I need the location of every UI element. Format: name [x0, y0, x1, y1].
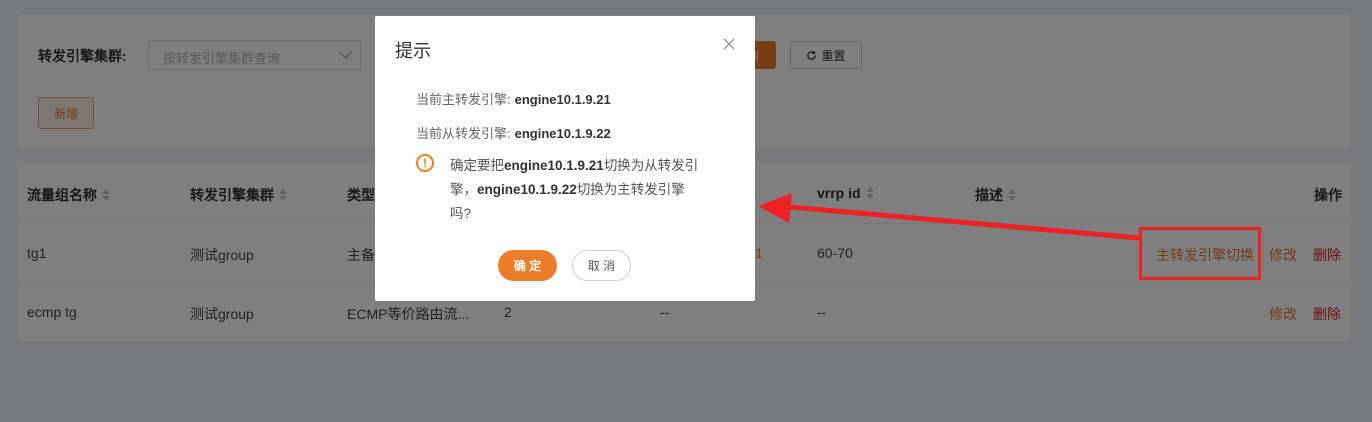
annotation-arrow — [758, 193, 1140, 241]
page: 转发引擎集群: 按转发引擎集群查询 查询 重置 新增 流量组名称 转发引擎集群 — [0, 0, 1372, 422]
annotation-highlight-box — [1139, 227, 1261, 280]
